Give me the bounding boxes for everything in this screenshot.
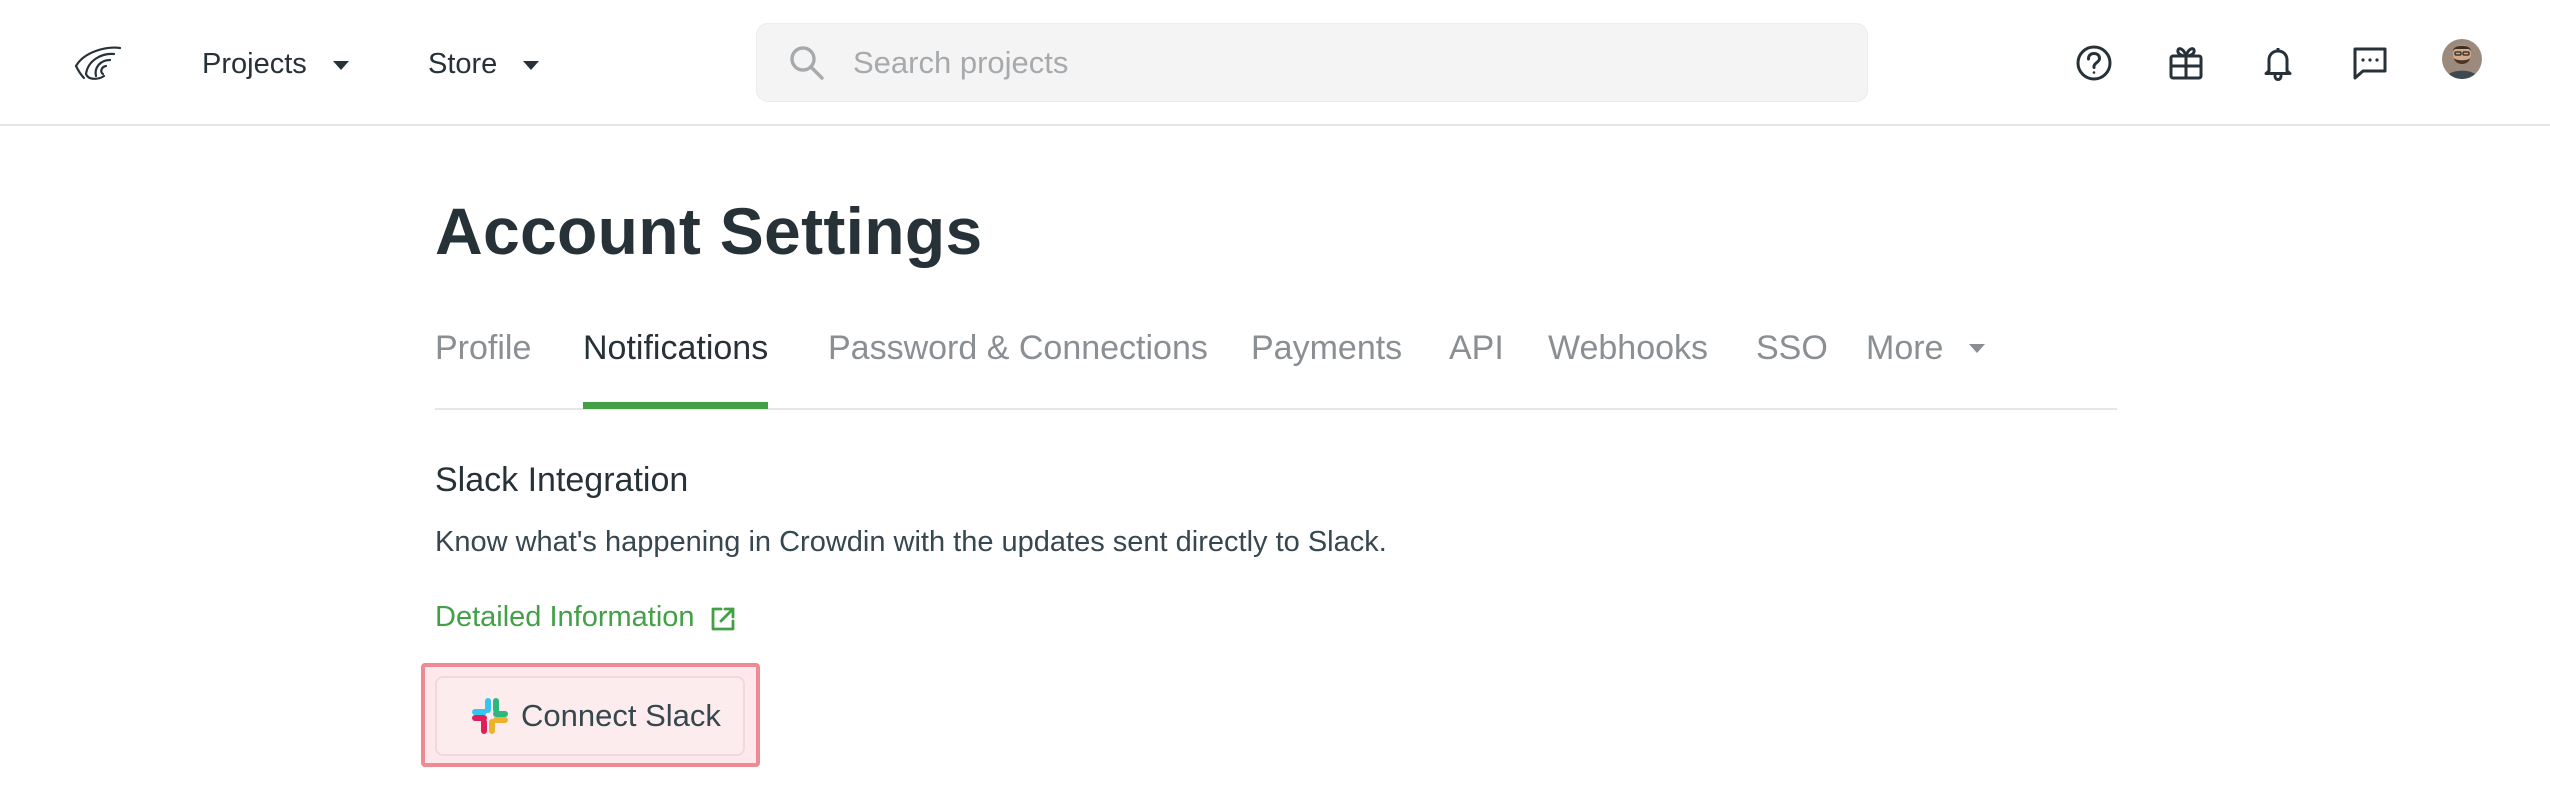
caret-down-icon [523,61,540,70]
detailed-information-link[interactable]: Detailed Information [435,593,737,641]
tab-more[interactable]: More [1866,316,1986,410]
tab-password-connections[interactable]: Password & Connections [828,316,1208,410]
caret-down-icon [1969,344,1986,353]
section-title: Slack Integration [435,461,689,499]
connect-slack-label: Connect Slack [521,698,721,733]
page-title: Account Settings [435,194,983,268]
chat-icon[interactable] [2345,38,2395,88]
tab-notifications[interactable]: Notifications [583,316,769,409]
bell-icon[interactable] [2253,38,2303,88]
tab-sso[interactable]: SSO [1756,316,1828,410]
detailed-information-label: Detailed Information [435,601,695,633]
tab-payments[interactable]: Payments [1251,316,1402,410]
section-description: Know what's happening in Crowdin with th… [435,526,1387,558]
caret-down-icon [332,61,349,70]
projects-menu-label: Projects [202,47,307,80]
user-avatar[interactable] [2442,39,2482,79]
store-menu-label: Store [428,47,498,80]
crowdin-logo-icon[interactable] [70,40,126,88]
tab-profile[interactable]: Profile [435,316,531,410]
settings-tabs: Profile Notifications Password & Connect… [435,316,2117,410]
top-navigation-bar: Projects Store [0,0,2550,126]
store-menu[interactable]: Store [428,40,540,88]
projects-menu[interactable]: Projects [202,40,349,88]
tab-api[interactable]: API [1449,316,1504,410]
slack-icon [472,698,508,734]
tab-webhooks[interactable]: Webhooks [1548,316,1708,410]
gift-icon[interactable] [2161,38,2211,88]
search-box[interactable] [756,23,1868,102]
external-link-icon [711,607,734,631]
connect-slack-button[interactable]: Connect Slack [435,676,745,756]
tab-more-label: More [1866,329,1944,367]
help-icon[interactable] [2069,38,2119,88]
search-input[interactable] [851,32,1831,94]
search-icon [790,46,824,80]
